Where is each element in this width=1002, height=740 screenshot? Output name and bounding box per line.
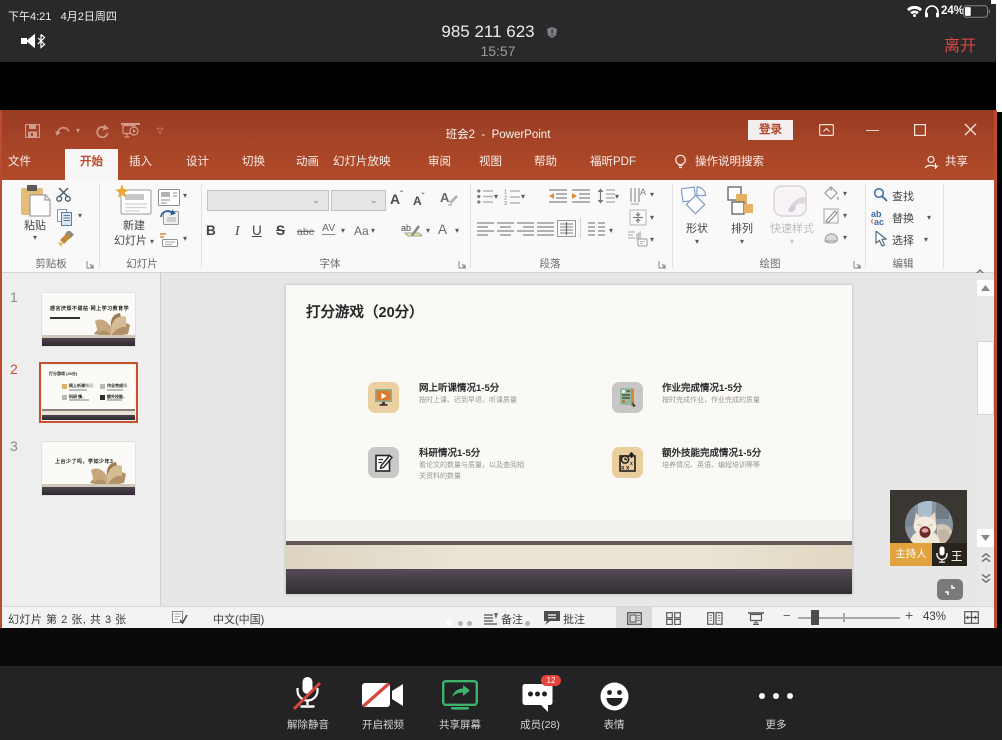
svg-text:ac: ac	[874, 217, 884, 226]
svg-text:3: 3	[504, 201, 507, 205]
svg-text:A: A	[640, 187, 646, 197]
svg-text:A: A	[440, 190, 450, 205]
svg-text:x: x	[630, 461, 633, 467]
svg-text:ab: ab	[401, 223, 411, 233]
svg-text:x x: x x	[621, 466, 630, 472]
